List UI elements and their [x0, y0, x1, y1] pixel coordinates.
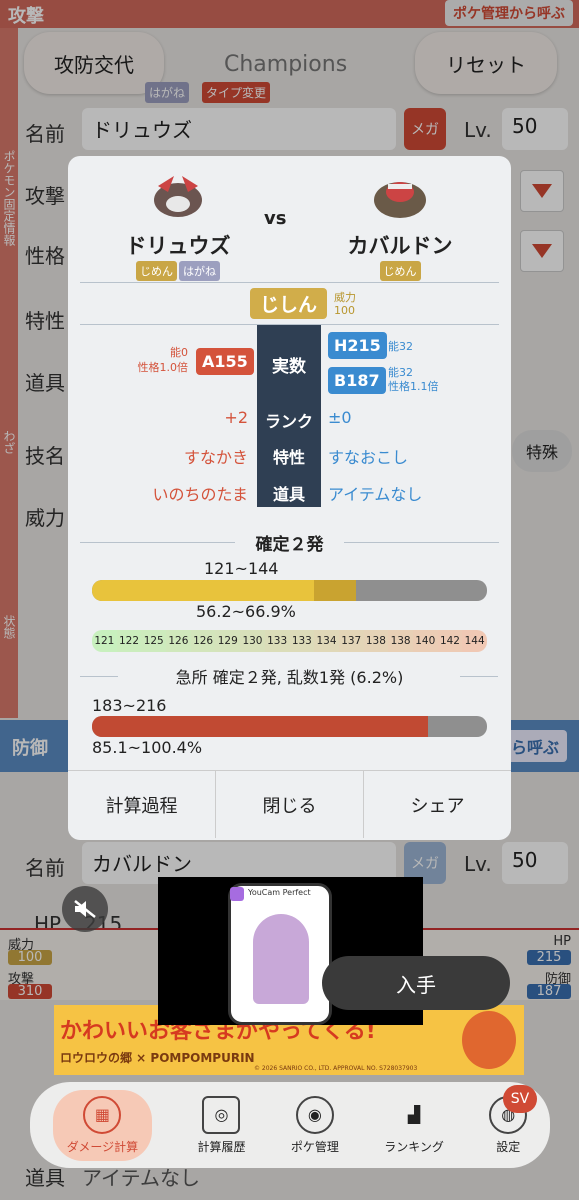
rank-label: ランク: [264, 412, 313, 431]
damage-roll: 138: [388, 630, 413, 652]
sv-badge: SV: [503, 1085, 537, 1113]
attacker-item: いのちのたま: [152, 485, 248, 504]
type-tag-ground: じめん: [379, 261, 421, 281]
damage-roll: 142: [437, 630, 463, 652]
attacker-name: ドリュウズ: [125, 234, 231, 258]
damage-roll: 134: [314, 630, 339, 652]
history-icon: ◎: [202, 1095, 241, 1134]
damage-roll: 122: [116, 630, 142, 652]
podium-icon: ▟: [407, 1105, 421, 1124]
damage-roll: 126: [190, 630, 216, 652]
damage-roll: 138: [363, 630, 389, 652]
defender-rank: ±0: [328, 408, 352, 427]
crit-damage-range: 183~216: [92, 696, 167, 715]
attacker-types: じめん はがね: [68, 260, 288, 281]
atk-nature-note: 性格1.0倍: [137, 361, 189, 374]
attacker-ability: すなかき: [183, 448, 248, 467]
bottom-tab-bar: ▦ ダメージ計算 ◎ 計算履歴 ◉ ポケ管理 ▟ ランキング ◍ 設定: [30, 1082, 550, 1168]
crit-result-title: 急所 確定２発, 乱数1発 (6.2%): [175, 668, 404, 687]
real-stat-label: 実数: [272, 357, 306, 377]
tab-label: ダメージ計算: [66, 1139, 139, 1154]
defender-sprite: [374, 182, 426, 218]
crit-damage-percent: 85.1~100.4%: [92, 738, 203, 757]
damage-bar-min-fill: [92, 580, 314, 601]
tab-pokemon-manage[interactable]: ◉ ポケ管理: [290, 1095, 339, 1155]
mute-button[interactable]: [62, 886, 108, 932]
type-tag-ground: じめん: [136, 261, 177, 281]
attacker-rank: +2: [224, 408, 248, 427]
damage-roll: 126: [166, 630, 191, 652]
divider: [344, 542, 499, 543]
type-tag-steel: はがね: [179, 261, 220, 281]
damage-range: 121~144: [204, 559, 279, 578]
ad-model-image: [253, 914, 309, 1004]
damage-roll: 129: [215, 630, 241, 652]
damage-rolls: 121 122 125 126 126 129 130 133 133 134 137 138 138 1…: [92, 630, 487, 652]
ad-phone-mockup: [228, 883, 332, 1025]
damage-roll: 133: [264, 630, 290, 652]
item-row-label: 道具: [272, 485, 305, 504]
damage-roll: 140: [412, 630, 438, 652]
defender-types: じめん: [290, 260, 510, 281]
tab-ranking[interactable]: ▟ ランキング: [384, 1096, 444, 1155]
def-ev-note: 能32: [388, 366, 413, 379]
hp-stat-box: H215: [328, 332, 387, 359]
damage-roll: 121: [92, 630, 117, 652]
mute-icon: [74, 900, 96, 918]
damage-roll: 133: [289, 630, 315, 652]
tab-damage-calc[interactable]: ▦ ダメージ計算: [52, 1089, 153, 1161]
banner-character-image: [462, 1011, 516, 1069]
damage-bar-range-fill: [313, 580, 357, 601]
def-nature-note: 性格1.1倍: [388, 380, 439, 393]
tab-label: 設定: [496, 1139, 521, 1154]
defense-stat-box: B187: [328, 367, 386, 394]
banner-copyright: © 2026 SANRIO CO., LTD. APPROVAL NO. S72…: [254, 1065, 418, 1072]
damage-roll: 144: [462, 630, 487, 652]
tab-label: 計算履歴: [197, 1139, 246, 1154]
damage-roll: 137: [338, 630, 364, 652]
damage-percent: 56.2~66.9%: [196, 602, 296, 621]
damage-roll: 130: [240, 630, 265, 652]
crit-damage-bar: [92, 716, 487, 737]
move-name: じしん: [250, 288, 328, 319]
damage-result-modal: ドリュウズ vs カバルドン じめん はがね じめん じしん 威力 100 実数 …: [68, 156, 511, 840]
banner-sub: ロウロウの郷 × POMPOMPURIN: [60, 1051, 255, 1065]
tab-history[interactable]: ◎ 計算履歴: [197, 1095, 246, 1155]
defender-ability: すなおこし: [328, 448, 409, 467]
divider: [80, 282, 499, 283]
ad-brand: YouCam Perfect: [248, 888, 311, 897]
share-button[interactable]: シェア: [363, 771, 511, 838]
divider: [460, 676, 498, 677]
attacker-sprite: [154, 176, 202, 217]
youcam-logo-icon: [230, 887, 244, 901]
ability-row-label: 特性: [272, 448, 305, 467]
vs-label: vs: [264, 208, 287, 229]
defender-name: カバルドン: [347, 234, 453, 258]
defender-item: アイテムなし: [328, 485, 423, 504]
damage-roll: 125: [141, 630, 167, 652]
crit-bar-fill: [92, 716, 429, 737]
tab-label: ランキング: [384, 1139, 444, 1154]
pokemon-box-icon: ◉: [295, 1095, 334, 1134]
calc-process-button[interactable]: 計算過程: [68, 771, 215, 838]
damage-bar: [92, 580, 487, 601]
atk-ev-note: 能0: [170, 346, 188, 359]
modal-button-row: 計算過程 閉じる シェア: [68, 770, 511, 838]
ad-get-button[interactable]: 入手: [322, 956, 510, 1010]
close-button[interactable]: 閉じる: [215, 771, 363, 838]
move-power-label: 威力: [334, 291, 356, 304]
attack-stat-box: A155: [196, 348, 254, 375]
hp-ev-note: 能32: [388, 340, 413, 353]
tab-label: ポケ管理: [290, 1139, 339, 1154]
calculator-icon: ▦: [83, 1095, 122, 1134]
move-power: 100: [334, 304, 355, 317]
